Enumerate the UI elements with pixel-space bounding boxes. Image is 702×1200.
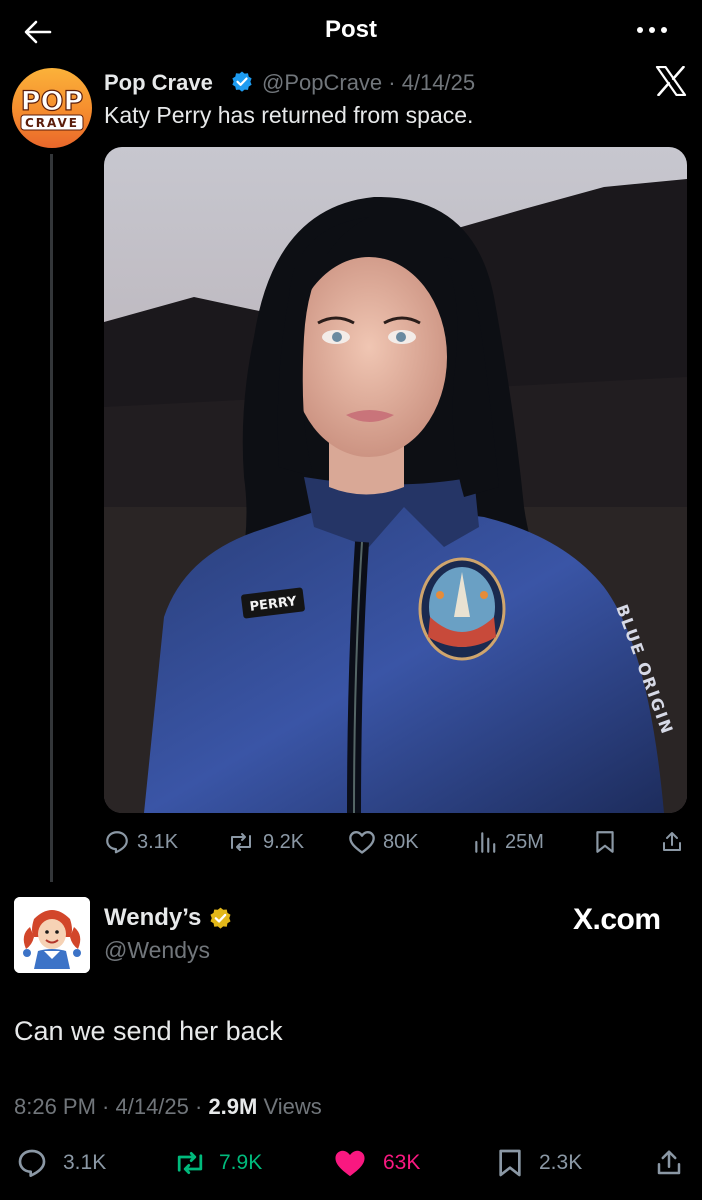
main-bookmark-count[interactable]: 2.3K <box>496 1146 582 1180</box>
quoted-post-text: Katy Perry has returned from space. <box>104 102 474 128</box>
avatar-text-top: POP <box>21 86 84 117</box>
more-options-button[interactable] <box>632 18 672 42</box>
reply-icon <box>18 1149 46 1177</box>
x-com-watermark: X.com <box>573 903 661 936</box>
view-count-label: 25M <box>505 830 544 853</box>
main-bookmark-count-label: 2.3K <box>539 1151 583 1174</box>
main-repost-count[interactable]: 7.9K <box>172 1146 262 1180</box>
photo-illustration: PERRY BLUE ORIGIN <box>104 147 687 813</box>
reply-icon <box>106 831 128 854</box>
main-reply-count-label: 3.1K <box>63 1151 107 1174</box>
reply-count[interactable]: 3.1K <box>104 826 178 858</box>
share-button[interactable] <box>660 826 684 858</box>
like-count-label: 80K <box>383 830 419 853</box>
share-icon <box>657 1150 681 1175</box>
bookmark-button[interactable] <box>594 826 616 858</box>
author-name[interactable]: Wendy’s <box>104 904 201 932</box>
views-chart-icon <box>475 832 496 853</box>
pop-crave-logo: POP CRAVE <box>20 85 84 131</box>
post-text: Can we send her back <box>14 1016 283 1046</box>
main-like-count[interactable]: 63K <box>332 1146 420 1180</box>
repost-active-icon <box>177 1152 203 1174</box>
author-handle[interactable]: @Wendys <box>104 937 210 964</box>
share-icon <box>663 832 681 851</box>
avatar-wendys[interactable] <box>14 897 90 973</box>
post-time-date: 8:26 PM · 4/14/25 · <box>14 1094 209 1119</box>
view-count[interactable]: 25M <box>472 826 544 858</box>
more-horizontal-icon <box>637 27 667 33</box>
heart-icon <box>349 831 375 854</box>
heart-filled-icon <box>335 1150 365 1177</box>
post-views-label: Views <box>257 1094 322 1119</box>
reply-count-label: 3.1K <box>137 830 179 853</box>
thread-connector-line <box>50 154 53 882</box>
quoted-author-name[interactable]: Pop Crave <box>104 70 213 96</box>
bookmark-icon <box>499 1149 521 1177</box>
repost-count[interactable]: 9.2K <box>226 826 304 858</box>
avatar-pop-crave[interactable]: POP CRAVE <box>12 68 92 148</box>
repost-icon <box>231 833 251 851</box>
post-photo[interactable]: PERRY BLUE ORIGIN <box>104 147 687 813</box>
bookmark-icon <box>596 831 614 853</box>
quoted-handle-date[interactable]: @PopCrave · 4/14/25 <box>262 70 475 96</box>
main-repost-count-label: 7.9K <box>219 1151 263 1174</box>
post-meta: 8:26 PM · 4/14/25 · 2.9M Views <box>14 1094 322 1120</box>
page-title: Post <box>324 16 377 43</box>
verified-badge-icon <box>230 70 254 94</box>
main-like-count-label: 63K <box>383 1151 421 1174</box>
main-share-button[interactable] <box>654 1146 684 1180</box>
wendys-logo <box>14 897 90 973</box>
like-count[interactable]: 80K <box>348 826 419 858</box>
avatar-text-bottom: CRAVE <box>25 116 79 130</box>
main-reply-count[interactable]: 3.1K <box>16 1146 106 1180</box>
repost-count-label: 9.2K <box>263 830 305 853</box>
post-views-count[interactable]: 2.9M <box>208 1094 257 1119</box>
x-logo-icon <box>655 66 687 96</box>
verified-gold-badge-icon <box>208 906 233 931</box>
